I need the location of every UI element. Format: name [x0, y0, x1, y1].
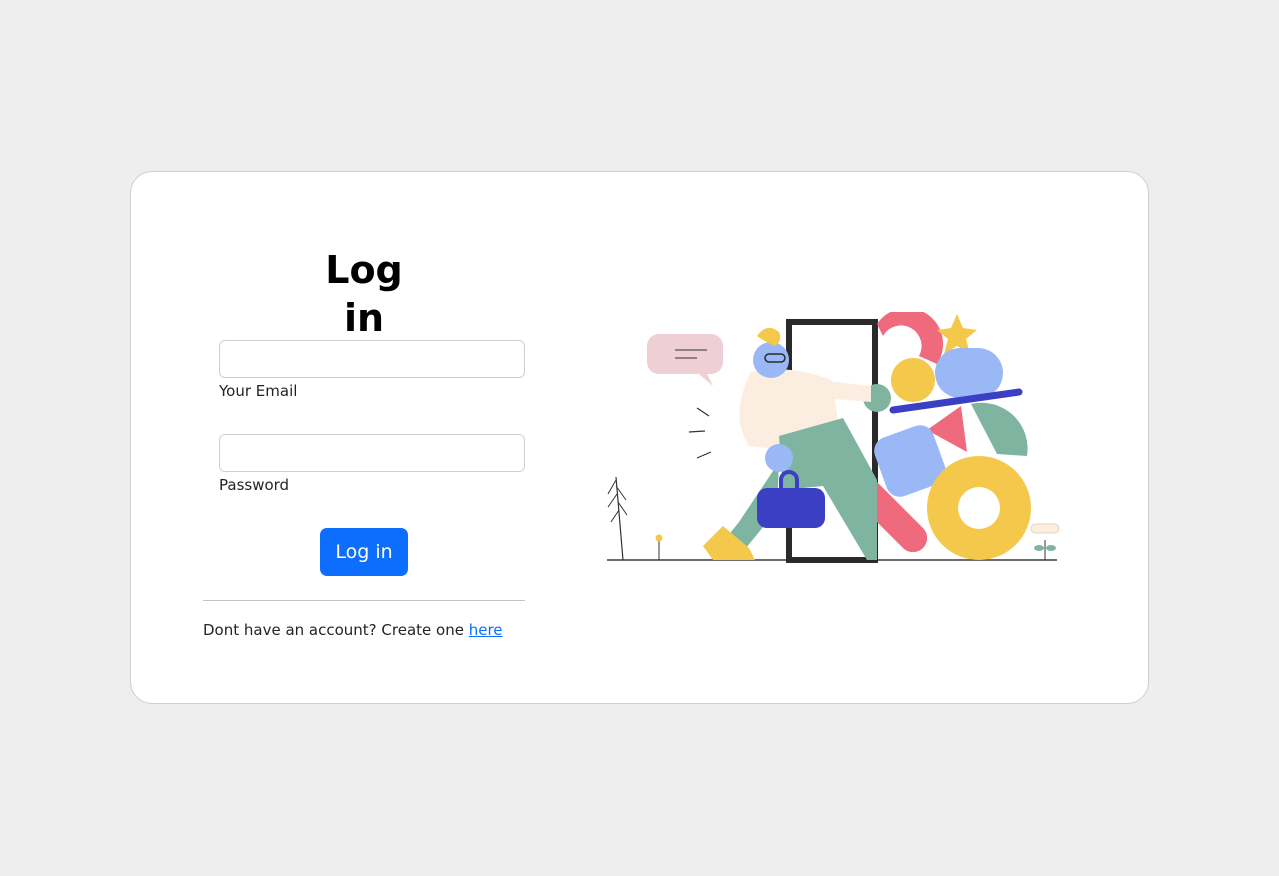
signup-text: Dont have an account? Create one here — [203, 620, 503, 640]
signup-prompt: Dont have an account? Create one — [203, 621, 469, 639]
email-label: Your Email — [219, 382, 298, 400]
divider — [203, 600, 525, 601]
signup-link[interactable]: here — [469, 621, 503, 639]
email-field[interactable] — [219, 340, 525, 378]
login-button[interactable]: Log in — [320, 528, 408, 576]
password-label: Password — [219, 476, 290, 494]
password-field[interactable] — [219, 434, 525, 472]
page-title: Log in — [325, 248, 403, 340]
person-door-shapes-illustration — [607, 312, 1060, 563]
login-card: Log in Your Email Password Log in Dont h… — [130, 171, 1149, 704]
